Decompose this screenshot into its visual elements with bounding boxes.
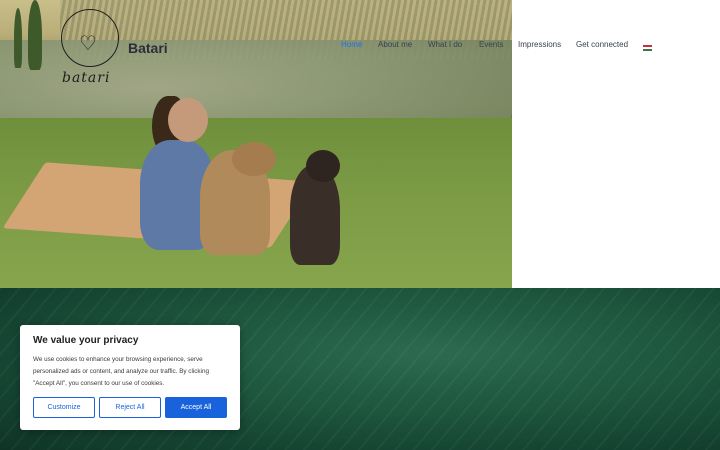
- tan-dog-head: [232, 142, 276, 176]
- cookie-title: We value your privacy: [33, 335, 139, 346]
- accept-all-button[interactable]: Accept All: [165, 397, 227, 418]
- brand-name[interactable]: Batari: [128, 40, 168, 56]
- customize-button[interactable]: Customize: [33, 397, 95, 418]
- cypress-tree: [28, 0, 42, 70]
- nav-home[interactable]: Home: [341, 40, 362, 49]
- cookie-banner: We value your privacy We use cookies to …: [20, 325, 240, 430]
- nav-get-connected[interactable]: Get connected: [576, 40, 628, 49]
- nav-about-me[interactable]: About me: [378, 40, 412, 49]
- heart-icon: ♡: [79, 33, 97, 55]
- page: ♡ batari Batari Home About me What I do …: [0, 0, 720, 450]
- cookie-body: We use cookies to enhance your browsing …: [33, 356, 209, 387]
- cypress-tree: [14, 8, 22, 68]
- woman-head: [168, 98, 208, 142]
- reject-all-button[interactable]: Reject All: [99, 397, 161, 418]
- cookie-buttons: Customize Reject All Accept All: [33, 397, 227, 418]
- dark-dog-head: [306, 150, 340, 182]
- nav-impressions[interactable]: Impressions: [518, 40, 561, 49]
- flag-hungary-icon[interactable]: [643, 45, 652, 51]
- nav-what-i-do[interactable]: What I do: [428, 40, 462, 49]
- nav-events[interactable]: Events: [479, 40, 503, 49]
- logo-script: batari: [62, 70, 111, 86]
